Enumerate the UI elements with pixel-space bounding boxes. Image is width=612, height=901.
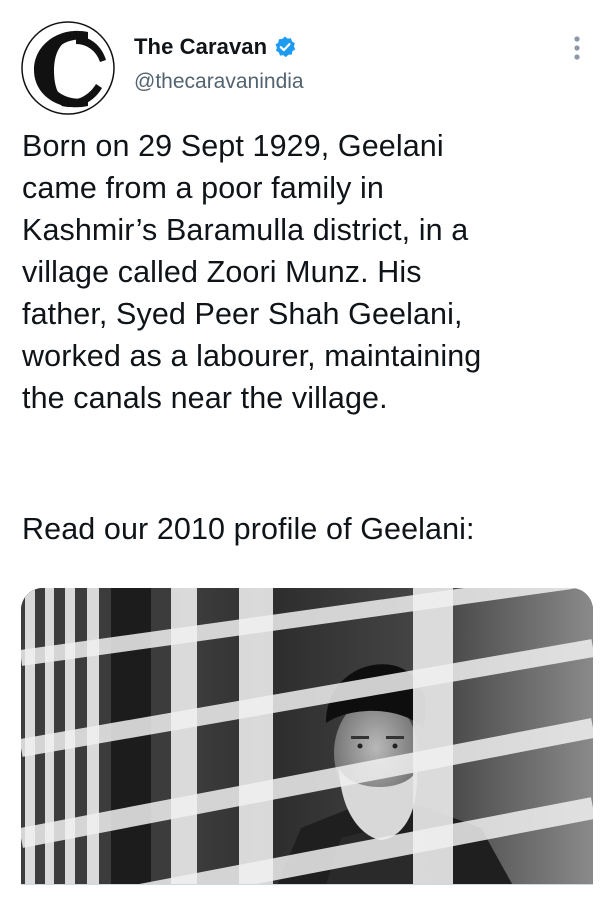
author-name-row[interactable]: The Caravan (134, 33, 297, 61)
link-card-image[interactable] (21, 588, 593, 900)
tweet-text-link-intro: Read our 2010 profile of Geelani: (22, 512, 475, 546)
more-options-button[interactable] (562, 30, 592, 66)
verified-badge-icon (273, 35, 297, 59)
caravan-logo-icon (21, 21, 115, 115)
tweet: The Caravan @thecaravanindia Born on 29 … (0, 0, 612, 901)
tweet-text: Born on 29 Sept 1929, Geelani came from … (22, 129, 482, 415)
more-vertical-icon (574, 36, 580, 60)
author-avatar[interactable] (20, 20, 116, 116)
author-handle[interactable]: @thecaravanindia (134, 70, 304, 94)
card-bottom-edge (21, 884, 593, 901)
author-name[interactable]: The Caravan (134, 34, 267, 60)
photo-of-man-behind-bars (21, 588, 593, 900)
